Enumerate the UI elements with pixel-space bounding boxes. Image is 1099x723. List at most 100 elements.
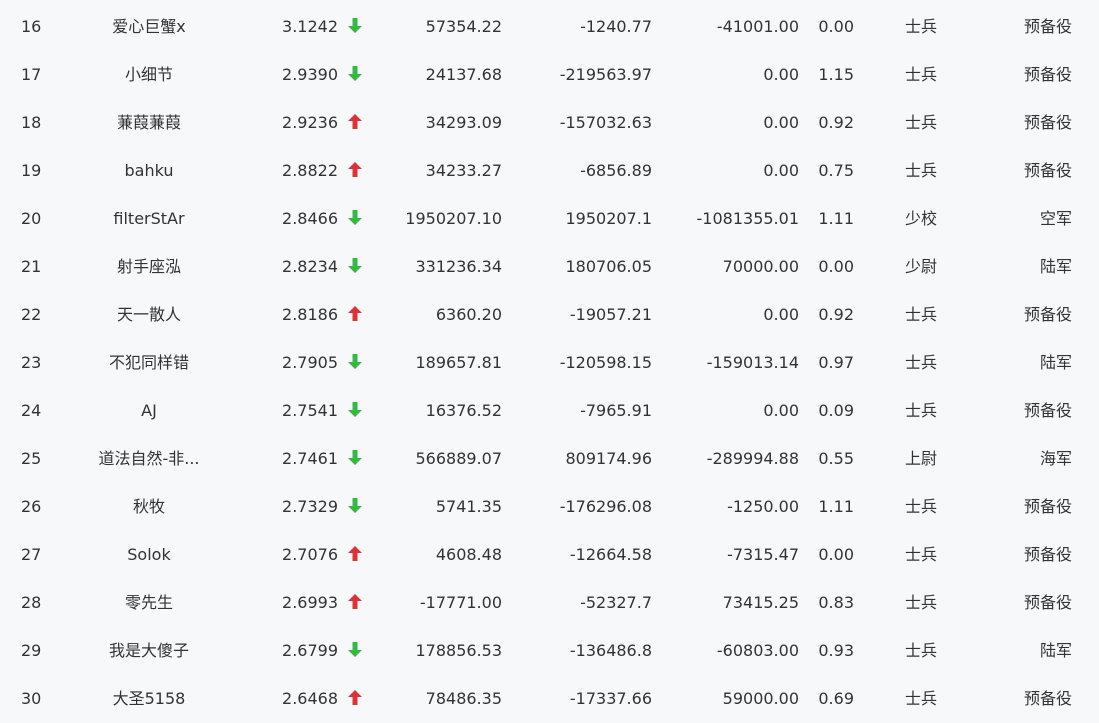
value-2-cell: -19057.21 (569, 305, 652, 324)
ratio-cell: 0.09 (818, 401, 854, 420)
table-row[interactable]: 22 天一散人 2.8186 6360.20 -19057.21 0.00 0.… (0, 291, 1099, 339)
rank-cell: 16 (21, 17, 42, 36)
table-row[interactable]: 19 bahku 2.8822 34233.27 -6856.89 0.00 0… (0, 147, 1099, 195)
branch-cell: 预备役 (1023, 161, 1072, 180)
table-row[interactable]: 20 filterStAr 2.8466 1950207.10 1950207.… (0, 195, 1099, 243)
ratio-cell: 0.92 (818, 305, 854, 324)
score-cell: 2.7541 (282, 401, 338, 420)
value-2-cell: -1240.77 (580, 17, 652, 36)
value-3-cell: 0.00 (763, 401, 799, 420)
arrow-down-icon (346, 387, 364, 435)
value-3-cell: 59000.00 (722, 689, 799, 708)
value-3-cell: 0.00 (763, 65, 799, 84)
value-1-cell: 178856.53 (415, 641, 502, 660)
score-cell: 2.6993 (282, 593, 338, 612)
arrow-down-icon (346, 483, 364, 531)
table-row[interactable]: 24 AJ 2.7541 16376.52 -7965.91 0.00 0.09… (0, 387, 1099, 435)
value-3-cell: 0.00 (763, 113, 799, 132)
value-2-cell: -7965.91 (580, 401, 652, 420)
arrow-down-icon (346, 627, 364, 675)
branch-cell: 预备役 (1023, 17, 1072, 36)
value-3-cell: 73415.25 (722, 593, 799, 612)
military-rank-cell: 士兵 (904, 353, 937, 372)
branch-cell: 预备役 (1023, 497, 1072, 516)
branch-cell: 预备役 (1023, 113, 1072, 132)
table-row[interactable]: 21 射手座泓 2.8234 331236.34 180706.05 70000… (0, 243, 1099, 291)
branch-cell: 陆军 (1039, 353, 1072, 372)
ratio-cell: 0.00 (818, 257, 854, 276)
score-cell: 2.7461 (282, 449, 338, 468)
username-cell[interactable]: 我是大傻子 (64, 627, 234, 675)
username-cell[interactable]: 零先生 (64, 579, 234, 627)
branch-cell: 预备役 (1023, 545, 1072, 564)
value-2-cell: -120598.15 (559, 353, 652, 372)
value-1-cell: 16376.52 (425, 401, 502, 420)
username-cell[interactable]: AJ (64, 387, 234, 435)
branch-cell: 陆军 (1039, 641, 1072, 660)
ratio-cell: 1.11 (818, 497, 854, 516)
table-row[interactable]: 23 不犯同样错 2.7905 189657.81 -120598.15 -15… (0, 339, 1099, 387)
military-rank-cell: 士兵 (904, 689, 937, 708)
username-cell[interactable]: 不犯同样错 (64, 339, 234, 387)
username-cell[interactable]: 爱心巨蟹x (64, 3, 234, 51)
military-rank-cell: 士兵 (904, 497, 937, 516)
table-row[interactable]: 18 蒹葭蒹葭 2.9236 34293.09 -157032.63 0.00 … (0, 99, 1099, 147)
value-1-cell: 1950207.10 (405, 209, 502, 228)
ranking-table: 16 爱心巨蟹x 3.1242 57354.22 -1240.77 -41001… (0, 0, 1099, 723)
score-cell: 2.9390 (282, 65, 338, 84)
rank-cell: 19 (21, 161, 42, 180)
rank-cell: 25 (21, 449, 42, 468)
username-cell[interactable]: 蒹葭蒹葭 (64, 99, 234, 147)
military-rank-cell: 士兵 (904, 401, 937, 420)
value-1-cell: 6360.20 (435, 305, 502, 324)
value-3-cell: -159013.14 (706, 353, 799, 372)
value-3-cell: -289994.88 (706, 449, 799, 468)
arrow-down-icon (346, 51, 364, 99)
table-row[interactable]: 26 秋牧 2.7329 5741.35 -176296.08 -1250.00… (0, 483, 1099, 531)
military-rank-cell: 上尉 (904, 449, 937, 468)
table-row[interactable]: 17 小细节 2.9390 24137.68 -219563.97 0.00 1… (0, 51, 1099, 99)
score-cell: 2.8822 (282, 161, 338, 180)
score-cell: 2.8186 (282, 305, 338, 324)
username-cell[interactable]: 秋牧 (64, 483, 234, 531)
username-cell[interactable]: 天一散人 (64, 291, 234, 339)
value-1-cell: 566889.07 (415, 449, 502, 468)
table-row[interactable]: 25 道法自然-非... 2.7461 566889.07 809174.96 … (0, 435, 1099, 483)
score-cell: 2.7905 (282, 353, 338, 372)
username-cell[interactable]: 道法自然-非... (64, 435, 234, 483)
rank-cell: 28 (21, 593, 42, 612)
arrow-up-icon (346, 99, 364, 147)
value-3-cell: 0.00 (763, 161, 799, 180)
value-2-cell: -219563.97 (559, 65, 652, 84)
value-1-cell: -17771.00 (419, 593, 502, 612)
value-1-cell: 331236.34 (415, 257, 502, 276)
username-cell[interactable]: 小细节 (64, 51, 234, 99)
value-2-cell: 180706.05 (565, 257, 652, 276)
username-cell[interactable]: Solok (64, 531, 234, 579)
username-cell[interactable]: 射手座泓 (64, 243, 234, 291)
username-cell[interactable]: bahku (64, 147, 234, 195)
branch-cell: 预备役 (1023, 689, 1072, 708)
military-rank-cell: 士兵 (904, 65, 937, 84)
table-row[interactable]: 27 Solok 2.7076 4608.48 -12664.58 -7315.… (0, 531, 1099, 579)
arrow-up-icon (346, 147, 364, 195)
arrow-up-icon (346, 675, 364, 723)
table-row[interactable]: 16 爱心巨蟹x 3.1242 57354.22 -1240.77 -41001… (0, 3, 1099, 51)
rank-cell: 22 (21, 305, 42, 324)
military-rank-cell: 少校 (904, 209, 937, 228)
table-row[interactable]: 30 大圣5158 2.6468 78486.35 -17337.66 5900… (0, 675, 1099, 723)
arrow-down-icon (346, 339, 364, 387)
military-rank-cell: 士兵 (904, 113, 937, 132)
username-cell[interactable]: 大圣5158 (64, 675, 234, 723)
value-1-cell: 189657.81 (415, 353, 502, 372)
value-2-cell: 1950207.1 (565, 209, 652, 228)
value-3-cell: -60803.00 (716, 641, 799, 660)
branch-cell: 预备役 (1023, 593, 1072, 612)
table-row[interactable]: 28 零先生 2.6993 -17771.00 -52327.7 73415.2… (0, 579, 1099, 627)
table-row[interactable]: 29 我是大傻子 2.6799 178856.53 -136486.8 -608… (0, 627, 1099, 675)
arrow-down-icon (346, 243, 364, 291)
branch-cell: 空军 (1039, 209, 1072, 228)
rank-cell: 20 (21, 209, 42, 228)
username-cell[interactable]: filterStAr (64, 195, 234, 243)
military-rank-cell: 士兵 (904, 305, 937, 324)
